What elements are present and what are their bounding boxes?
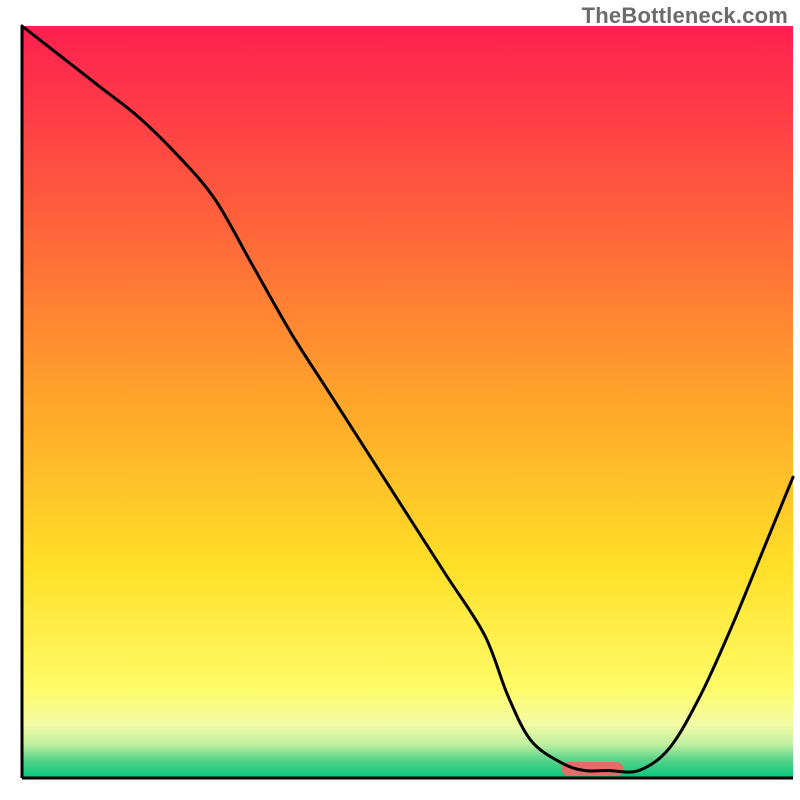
plot-background	[22, 26, 793, 778]
watermark-text: TheBottleneck.com	[582, 3, 788, 29]
bottleneck-chart	[0, 0, 800, 800]
chart-container: TheBottleneck.com	[0, 0, 800, 800]
optimal-marker	[562, 762, 624, 776]
